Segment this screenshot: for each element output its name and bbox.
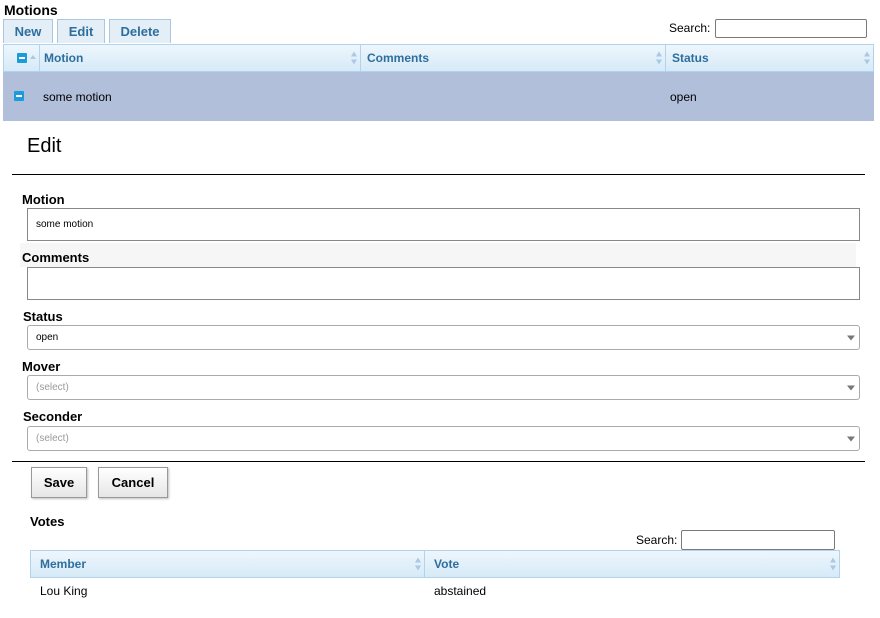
status-select-value: open <box>36 332 59 343</box>
row-checkbox[interactable] <box>14 91 24 101</box>
comments-label: Comments <box>22 250 90 265</box>
motion-label: Motion <box>22 192 65 207</box>
select-all-checkbox[interactable] <box>16 53 27 63</box>
motion-cell: some motion <box>43 90 112 104</box>
column-header-vote[interactable]: Vote <box>425 551 839 577</box>
cancel-button[interactable]: Cancel <box>98 467 168 498</box>
sort-icon <box>415 557 422 571</box>
sort-icon <box>656 51 663 65</box>
seconder-select-value: (select) <box>36 433 69 444</box>
motion-input[interactable]: some motion <box>27 208 860 241</box>
motions-search-label: Search: <box>669 21 711 35</box>
edit-button[interactable]: Edit <box>57 19 105 43</box>
vote-cell: abstained <box>434 584 487 598</box>
member-cell: Lou King <box>40 584 88 598</box>
divider <box>12 461 865 462</box>
column-header-label: Vote <box>434 557 460 571</box>
votes-search-label: Search: <box>636 533 678 547</box>
votes-grid-header: Member Vote <box>30 550 840 578</box>
votes-title: Votes <box>30 514 65 529</box>
edit-heading: Edit <box>27 135 62 157</box>
motions-grid-header: Motion Comments Status <box>3 44 874 72</box>
comments-input[interactable] <box>27 267 860 300</box>
column-header-member[interactable]: Member <box>31 551 425 577</box>
status-cell: open <box>670 90 697 104</box>
sort-icon <box>351 51 358 65</box>
motion-input-value: some motion <box>36 219 94 230</box>
table-row[interactable]: Lou King abstained <box>30 578 840 604</box>
chevron-down-icon <box>847 335 855 340</box>
save-button[interactable]: Save <box>31 467 87 498</box>
seconder-select[interactable]: (select) <box>27 426 860 451</box>
motions-title: Motions <box>4 2 58 18</box>
chevron-down-icon <box>847 385 855 390</box>
mover-select[interactable]: (select) <box>27 375 860 400</box>
table-row[interactable]: some motion open <box>3 72 874 121</box>
column-header-motion[interactable]: Motion <box>40 45 361 71</box>
sort-icon <box>830 557 837 571</box>
column-header-label: Status <box>672 51 709 65</box>
votes-search-input[interactable] <box>681 530 835 550</box>
sort-asc-icon <box>30 55 36 59</box>
delete-button[interactable]: Delete <box>109 19 171 43</box>
mover-select-value: (select) <box>36 382 69 393</box>
status-select[interactable]: open <box>27 325 860 350</box>
mover-label: Mover <box>22 359 61 374</box>
column-header-label: Comments <box>367 51 430 65</box>
column-header-label: Motion <box>44 51 84 65</box>
column-header-status[interactable]: Status <box>666 45 873 71</box>
column-header-comments[interactable]: Comments <box>361 45 666 71</box>
chevron-down-icon <box>847 436 855 441</box>
divider <box>12 174 865 175</box>
comments-label-band <box>20 243 856 267</box>
seconder-label: Seconder <box>23 409 83 424</box>
column-header-label: Member <box>40 557 87 571</box>
new-button[interactable]: New <box>3 19 53 43</box>
select-all-header[interactable] <box>4 45 40 71</box>
motions-search-input[interactable] <box>715 19 867 38</box>
status-label: Status <box>23 309 63 324</box>
sort-icon <box>864 51 871 65</box>
